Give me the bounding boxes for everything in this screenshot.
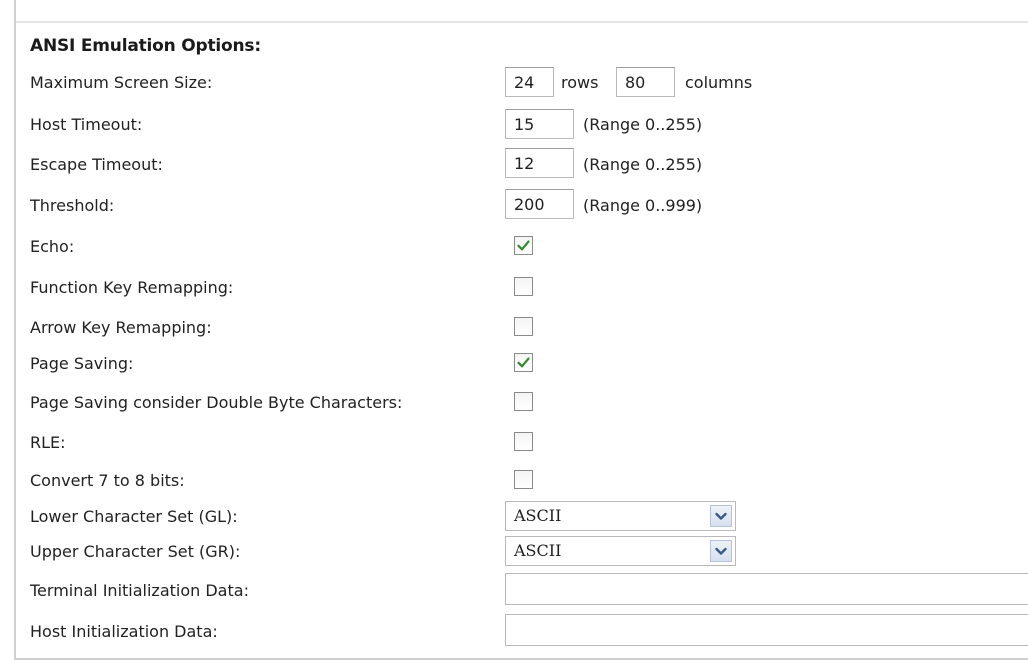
host-timeout-range: (Range 0..255) [583, 115, 703, 134]
rows-label: rows [561, 73, 599, 92]
page-saving-dbcs-row: Page Saving consider Double Byte Charact… [0, 387, 1028, 423]
arrow-key-remapping-row: Arrow Key Remapping: [0, 312, 1028, 348]
threshold-label: Threshold: [30, 196, 115, 215]
lower-charset-label: Lower Character Set (GL): [30, 507, 238, 526]
page-saving-label: Page Saving: [30, 354, 134, 373]
columns-label: columns [685, 73, 753, 92]
upper-charset-label: Upper Character Set (GR): [30, 542, 241, 561]
arrow-key-remapping-label: Arrow Key Remapping: [30, 318, 212, 337]
page-saving-dbcs-label: Page Saving consider Double Byte Charact… [30, 393, 403, 412]
rle-row: RLE: [0, 427, 1028, 463]
echo-checkbox[interactable] [514, 236, 533, 255]
echo-label: Echo: [30, 237, 75, 256]
escape-timeout-label: Escape Timeout: [30, 155, 163, 174]
escape-timeout-range: (Range 0..255) [583, 155, 703, 174]
host-timeout-row: Host Timeout: (Range 0..255) [0, 108, 1028, 144]
threshold-input[interactable] [505, 189, 574, 219]
terminal-init-row: Terminal Initialization Data: [0, 573, 1028, 609]
max-screen-size-row: Maximum Screen Size: rows columns [0, 66, 1028, 102]
rle-checkbox[interactable] [514, 432, 533, 451]
columns-input[interactable] [616, 67, 675, 97]
terminal-init-label: Terminal Initialization Data: [30, 581, 249, 600]
host-init-row: Host Initialization Data: [0, 614, 1028, 650]
upper-charset-row: Upper Character Set (GR): ASCII [0, 535, 1028, 571]
escape-timeout-input[interactable] [505, 148, 574, 178]
arrow-key-remapping-checkbox[interactable] [514, 317, 533, 336]
lower-charset-row: Lower Character Set (GL): ASCII [0, 500, 1028, 536]
function-key-remapping-row: Function Key Remapping: [0, 272, 1028, 308]
host-timeout-label: Host Timeout: [30, 115, 143, 134]
convert-7-to-8-checkbox[interactable] [514, 470, 533, 489]
lower-charset-value: ASCII [514, 506, 562, 525]
host-timeout-input[interactable] [505, 109, 574, 139]
terminal-init-input[interactable] [505, 573, 1028, 605]
rows-input[interactable] [505, 67, 554, 97]
lower-charset-select[interactable]: ASCII [505, 501, 736, 531]
chevron-down-icon[interactable] [710, 505, 732, 527]
convert-7-to-8-label: Convert 7 to 8 bits: [30, 471, 185, 490]
page-saving-dbcs-checkbox[interactable] [514, 392, 533, 411]
max-screen-size-label: Maximum Screen Size: [30, 73, 213, 92]
checkmark-icon [517, 240, 530, 251]
threshold-range: (Range 0..999) [583, 196, 703, 215]
convert-7-to-8-row: Convert 7 to 8 bits: [0, 465, 1028, 501]
echo-row: Echo: [0, 231, 1028, 267]
section-title: ANSI Emulation Options: [30, 36, 261, 56]
function-key-remapping-checkbox[interactable] [514, 277, 533, 296]
host-init-input[interactable] [505, 614, 1028, 646]
rle-label: RLE: [30, 433, 66, 452]
chevron-down-icon[interactable] [710, 540, 732, 562]
upper-charset-value: ASCII [514, 541, 562, 560]
function-key-remapping-label: Function Key Remapping: [30, 278, 234, 297]
escape-timeout-row: Escape Timeout: (Range 0..255) [0, 148, 1028, 184]
top-divider [16, 21, 1028, 23]
page-saving-row: Page Saving: [0, 348, 1028, 384]
threshold-row: Threshold: (Range 0..999) [0, 189, 1028, 225]
upper-charset-select[interactable]: ASCII [505, 536, 736, 566]
page-saving-checkbox[interactable] [514, 353, 533, 372]
checkmark-icon [517, 357, 530, 368]
host-init-label: Host Initialization Data: [30, 622, 218, 641]
